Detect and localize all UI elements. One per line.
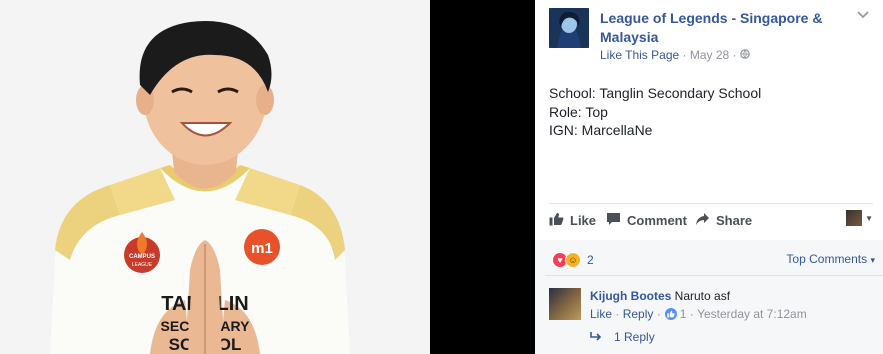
comment-button-label: Comment: [627, 213, 687, 228]
comment-sort-label: Top Comments: [786, 252, 868, 266]
commenter-avatar[interactable]: [549, 288, 581, 320]
post-photo[interactable]: m1 CAMPUS LEAGUE TANGLIN SECONDARY SCHOO…: [0, 0, 430, 354]
view-replies-link[interactable]: 1 Reply: [590, 330, 655, 344]
comment-meta-separator-3: ·: [686, 307, 698, 321]
badge-text-1: CAMPUS: [129, 254, 155, 260]
post-sidebar: League of Legends - Singapore & Malaysia…: [535, 0, 883, 354]
like-button[interactable]: Like: [549, 212, 596, 229]
post-date[interactable]: May 28: [690, 48, 729, 62]
post-text: School: Tanglin Secondary School Role: T…: [549, 84, 761, 140]
page-avatar[interactable]: [549, 8, 589, 48]
actor-selector[interactable]: ▼: [846, 210, 873, 226]
like-badge-icon: [664, 308, 677, 320]
chevron-down-icon[interactable]: [857, 8, 869, 22]
comment-meta-separator-1: ·: [612, 307, 623, 321]
photo-viewer-backdrop: [430, 0, 535, 354]
share-button[interactable]: Share: [695, 212, 752, 229]
comment-button[interactable]: Comment: [606, 212, 687, 229]
comments-section: ♥ ☺ 2 Top Comments ▾ Kijugh Bootes Narut…: [535, 240, 883, 354]
jersey-logo-text: m1: [251, 240, 273, 257]
comment-time[interactable]: Yesterday at 7:12am: [697, 307, 807, 321]
reaction-count: 2: [587, 253, 594, 267]
post-actions: Like Comment Share ▼: [549, 210, 873, 232]
comment-item: Kijugh Bootes Naruto asf: [590, 289, 730, 303]
comments-divider: [545, 275, 883, 276]
chevron-down-icon: ▾: [870, 255, 875, 265]
comment-sort-dropdown[interactable]: Top Comments ▾: [786, 252, 875, 266]
comment-meta-separator-2: ·: [653, 307, 661, 321]
post-line-ign: IGN: MarcellaNe: [549, 122, 653, 138]
player-photo-illustration: m1 CAMPUS LEAGUE TANGLIN SECONDARY SCHOO…: [0, 0, 430, 354]
comment-reply-link[interactable]: Reply: [623, 307, 654, 321]
comment-text: Naruto asf: [674, 289, 731, 303]
actor-avatar: [846, 210, 863, 226]
globe-icon: [740, 48, 750, 62]
like-page-link[interactable]: Like This Page: [600, 48, 679, 62]
share-button-label: Share: [716, 213, 753, 228]
meta-separator-1: ·: [679, 48, 690, 62]
reactions-summary[interactable]: ♥ ☺ 2: [552, 252, 594, 268]
comment-author-link[interactable]: Kijugh Bootes: [590, 289, 671, 303]
actions-top-divider: [549, 203, 873, 204]
comment-bubble-icon: [606, 212, 621, 229]
post-header: League of Legends - Singapore & Malaysia…: [549, 8, 873, 62]
thumbs-up-icon: [549, 212, 564, 229]
badge-text-2: LEAGUE: [132, 262, 153, 268]
post-line-school: School: Tanglin Secondary School: [549, 85, 762, 101]
replies-count-label: 1 Reply: [614, 330, 655, 344]
page-name-link[interactable]: League of Legends - Singapore & Malaysia: [600, 9, 840, 47]
page-avatar-illustration: [549, 8, 589, 48]
comment-like-link[interactable]: Like: [590, 307, 612, 321]
comment-meta: Like · Reply · 1 · Yesterday at 7:12am: [590, 307, 807, 321]
caret-down-icon: ▼: [865, 213, 873, 223]
reply-arrow-icon: [590, 330, 602, 344]
share-arrow-icon: [695, 212, 710, 229]
like-button-label: Like: [570, 213, 597, 228]
haha-reaction-icon: ☺: [565, 252, 581, 268]
meta-separator-2: ·: [729, 48, 740, 62]
post-meta: Like This Page · May 28 ·: [600, 48, 750, 62]
post-line-role: Role: Top: [549, 103, 608, 120]
comment-like-count: 1: [679, 307, 687, 321]
